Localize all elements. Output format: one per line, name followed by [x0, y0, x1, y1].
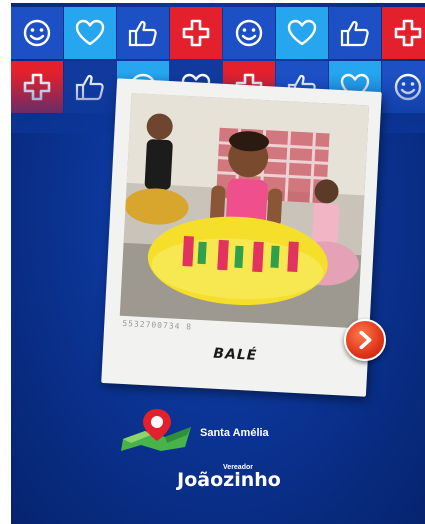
tile-heart-6: [276, 7, 328, 59]
tile-cross-4: [170, 7, 222, 59]
tile-cross-8: [382, 7, 425, 59]
heart-icon: [287, 19, 317, 46]
tile-smiley-1: [11, 7, 63, 59]
chevron-right-icon: [359, 330, 372, 350]
heart-icon: [75, 19, 105, 46]
smiley-icon: [235, 19, 263, 47]
cross-icon: [394, 19, 422, 47]
brand-logo: Vereador Joãozinho: [169, 464, 289, 491]
thumbs-up-icon: [340, 20, 369, 47]
dance-photo-illustration: [119, 93, 370, 329]
photo-caption: BALÉ: [212, 345, 258, 364]
thumbs-up-icon: [128, 20, 157, 47]
dance-photo: [119, 93, 370, 329]
tile-thumbs-up-3: [117, 7, 169, 59]
brand-name: Joãozinho: [177, 469, 281, 491]
tile-heart-2: [64, 7, 116, 59]
app-screen: 5532700734 8 BALÉ Santa Amélia Vereador …: [11, 3, 425, 524]
cross-icon: [182, 19, 210, 47]
icon-tile-row-1: [11, 7, 425, 63]
santa-amelia-map-logo: [121, 405, 193, 453]
photo-card: 5532700734 8 BALÉ: [101, 78, 382, 397]
map-pin-icon: [121, 409, 191, 451]
film-serial-number: 5532700734 8: [122, 318, 193, 332]
city-name: Santa Amélia: [200, 427, 269, 439]
tile-thumbs-up-7: [329, 7, 381, 59]
tile-smiley-5: [223, 7, 275, 59]
smiley-icon: [23, 19, 51, 47]
next-button[interactable]: [344, 319, 386, 361]
